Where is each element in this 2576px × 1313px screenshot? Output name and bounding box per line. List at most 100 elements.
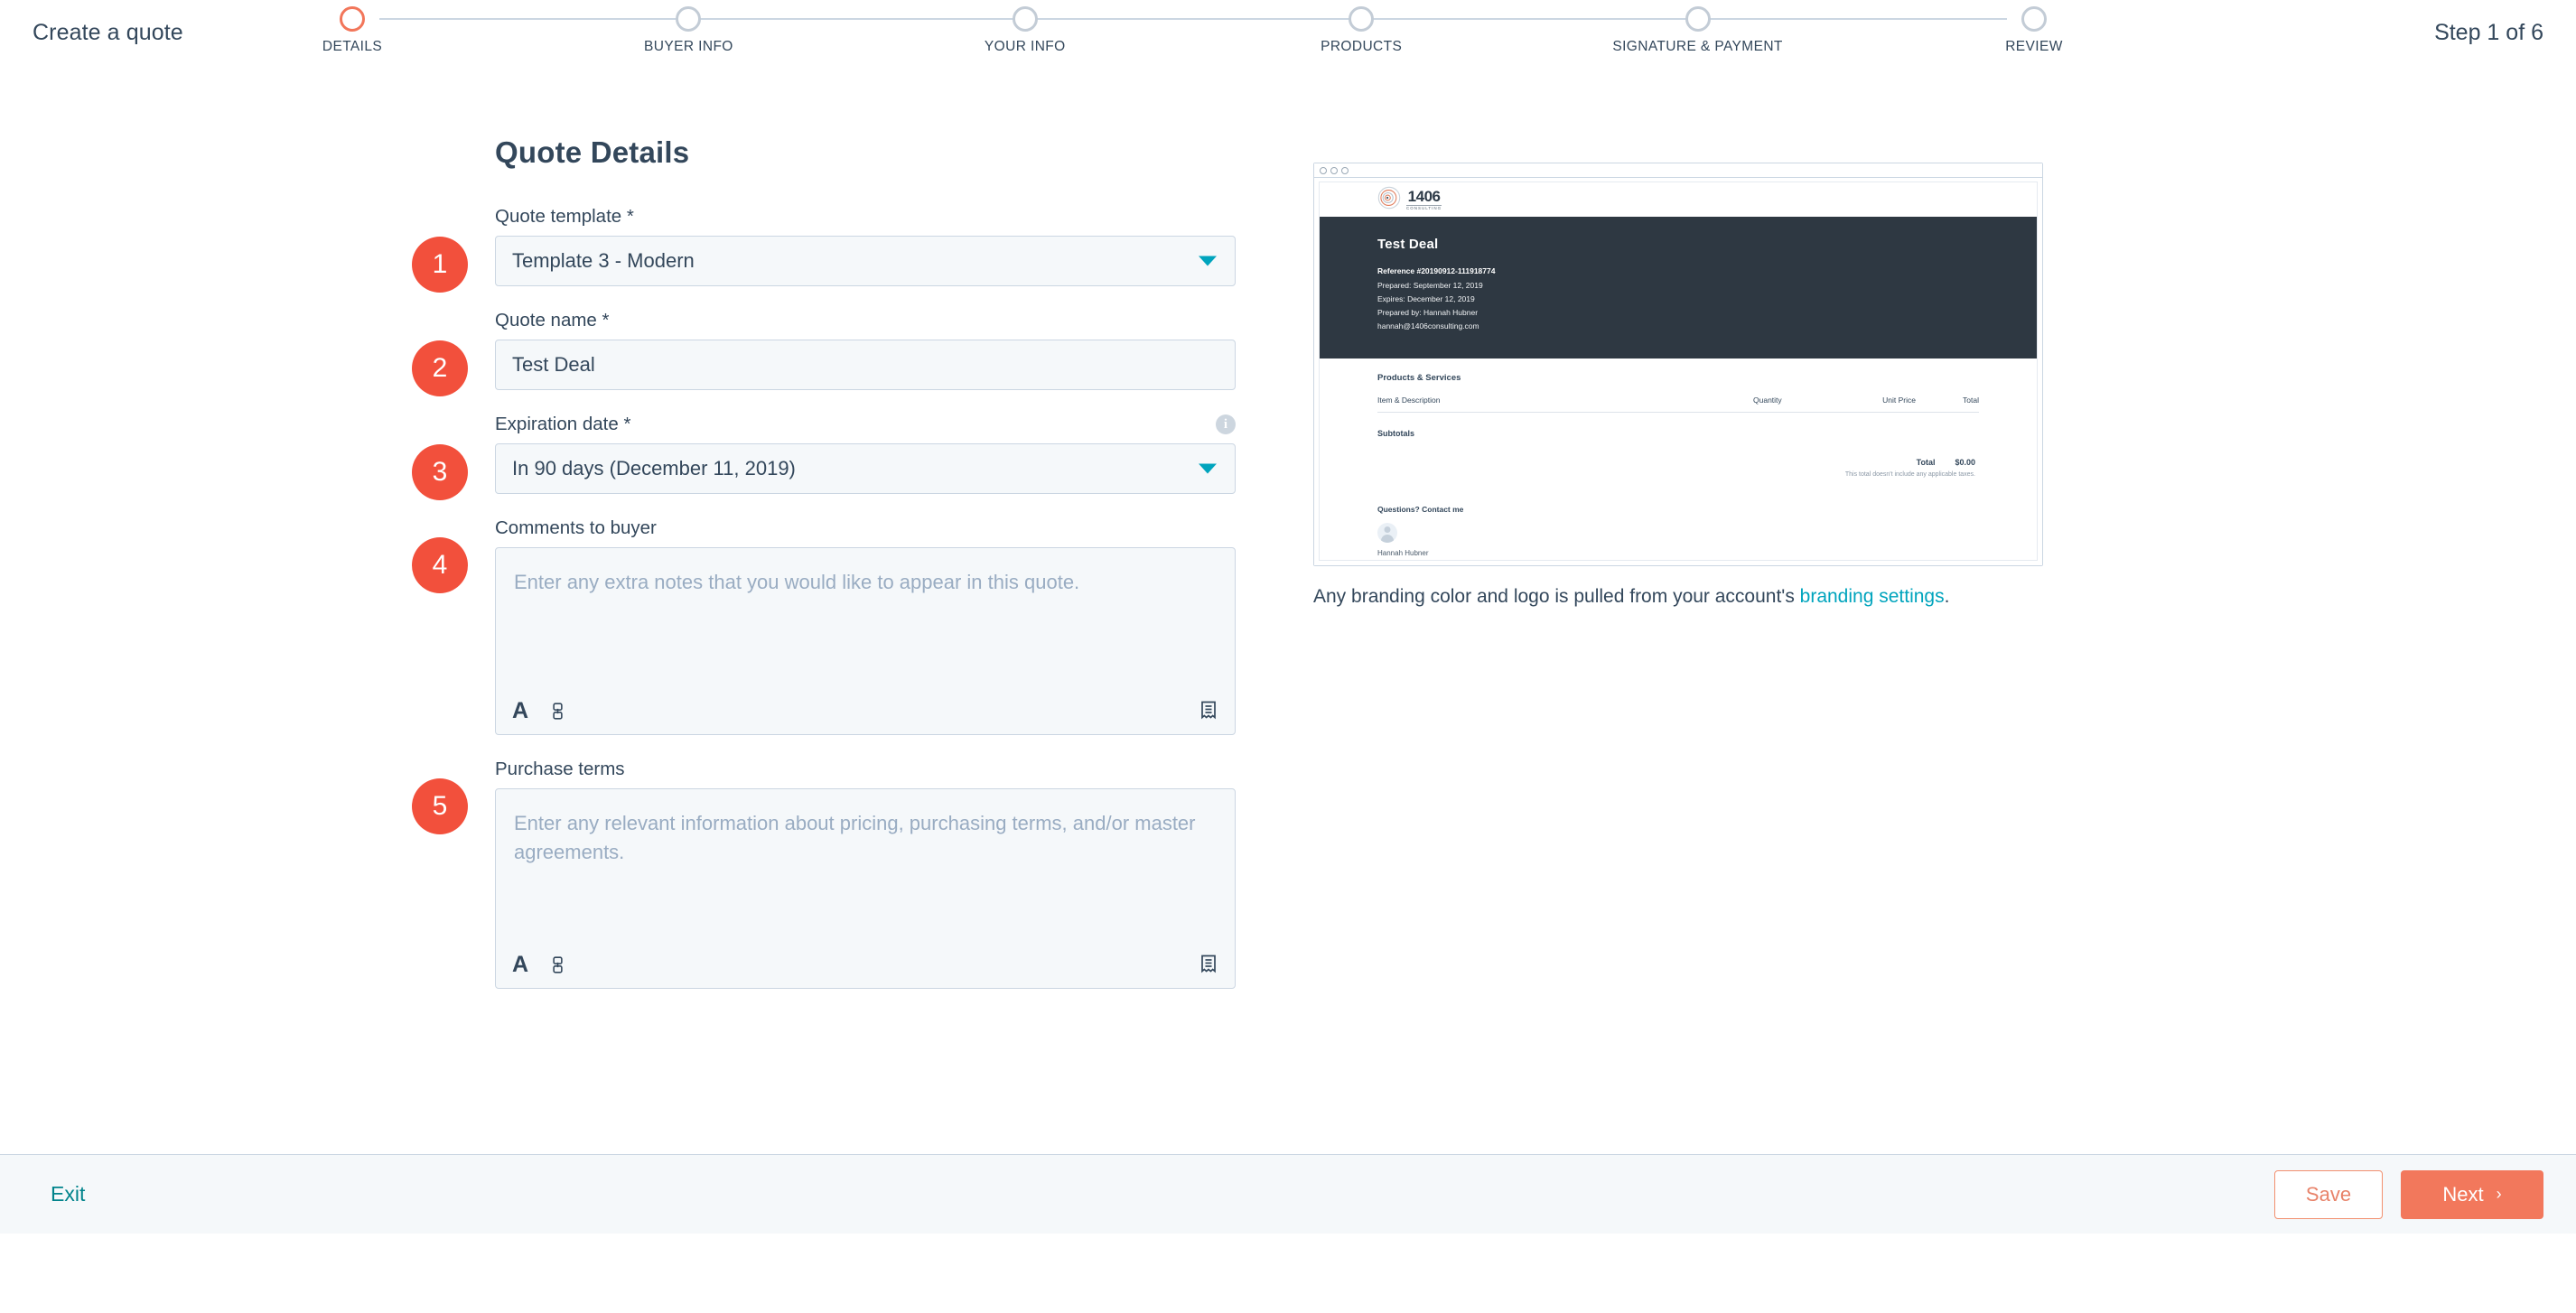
products-table-header: Item & Description Quantity Unit Price T… bbox=[1377, 396, 1979, 413]
step-label: REVIEW bbox=[2005, 39, 2063, 54]
doc-logo-bar: 1406 CONSULTING bbox=[1320, 182, 2037, 217]
products-heading: Products & Services bbox=[1377, 373, 1461, 383]
spiral-logo-icon bbox=[1377, 186, 1401, 214]
col-quantity: Quantity bbox=[1753, 396, 1782, 405]
logo-number: 1406 bbox=[1407, 187, 1441, 205]
stepper-steps: DETAILS BUYER INFO YOUR INFO PRODUCTS SI… bbox=[322, 0, 2062, 55]
step-circle-icon bbox=[2021, 6, 2047, 32]
exit-link[interactable]: Exit bbox=[51, 1182, 85, 1206]
snippet-icon[interactable] bbox=[1199, 700, 1218, 722]
expiration-date-value: In 90 days (December 11, 2019) bbox=[512, 457, 796, 480]
field-comments-to-buyer: 4 Comments to buyer Enter any extra note… bbox=[412, 517, 1245, 735]
snippet-icon[interactable] bbox=[1199, 954, 1218, 975]
field-quote-template: 1 Quote template * Template 3 - Modern bbox=[412, 206, 1245, 293]
step-counter: Step 1 of 6 bbox=[2434, 20, 2543, 45]
step-label: BUYER INFO bbox=[644, 39, 733, 54]
step-badge-5: 5 bbox=[412, 778, 468, 834]
step-circle-icon bbox=[1349, 6, 1375, 32]
browser-dot-icon bbox=[1330, 166, 1338, 174]
step-label: DETAILS bbox=[322, 39, 383, 54]
branding-settings-link[interactable]: branding settings bbox=[1800, 586, 1945, 607]
quote-name-input[interactable]: Test Deal bbox=[495, 340, 1236, 390]
field-expiration-date: 3 Expiration date * i In 90 days (Decemb… bbox=[412, 414, 1245, 500]
chevron-right-icon: › bbox=[2496, 1185, 2502, 1203]
font-icon[interactable]: A bbox=[512, 699, 528, 722]
quote-name-value: Test Deal bbox=[512, 353, 595, 376]
doc-hero: Test Deal Reference #20190912-111918774 … bbox=[1320, 217, 2037, 359]
step-label: SIGNATURE & PAYMENT bbox=[1612, 39, 1783, 54]
branding-note-suffix: . bbox=[1944, 586, 1950, 607]
step-label: YOUR INFO bbox=[984, 39, 1066, 54]
comments-to-buyer-placeholder: Enter any extra notes that you would lik… bbox=[514, 571, 1080, 593]
doc-expires-date: Expires: December 12, 2019 bbox=[1377, 294, 1475, 303]
quote-document: 1406 CONSULTING Test Deal Reference #201… bbox=[1319, 182, 2038, 561]
quote-template-value: Template 3 - Modern bbox=[512, 249, 695, 272]
col-total: Total bbox=[1963, 396, 1979, 405]
branding-note: Any branding color and logo is pulled fr… bbox=[1313, 586, 2045, 608]
doc-quote-title: Test Deal bbox=[1377, 237, 1439, 252]
app-header: Create a quote DETAILS BUYER INFO YOUR I… bbox=[0, 0, 2576, 79]
doc-reference: Reference #20190912-111918774 bbox=[1377, 266, 1496, 275]
section-title: Quote Details bbox=[495, 135, 690, 169]
quote-details-form: Quote Details 1 Quote template * Templat… bbox=[412, 135, 1245, 1012]
save-button[interactable]: Save bbox=[2274, 1169, 2383, 1219]
doc-prepared-date: Prepared: September 12, 2019 bbox=[1377, 281, 1483, 290]
logo-text: 1406 CONSULTING bbox=[1406, 189, 1442, 211]
chevron-down-icon bbox=[1199, 256, 1217, 266]
purchase-terms-editor[interactable]: Enter any relevant information about pri… bbox=[495, 788, 1236, 989]
step-badge-2: 2 bbox=[412, 340, 468, 396]
field-quote-name: 2 Quote name * Test Deal bbox=[412, 310, 1245, 396]
quote-template-select[interactable]: Template 3 - Modern bbox=[495, 236, 1236, 286]
field-purchase-terms: 5 Purchase terms Enter any relevant info… bbox=[412, 759, 1245, 989]
avatar bbox=[1377, 523, 1397, 543]
doc-prepared-by: Prepared by: Hannah Hubner bbox=[1377, 308, 1479, 317]
step-badge-4: 4 bbox=[412, 537, 468, 593]
step-circle-icon bbox=[1685, 6, 1711, 32]
browser-frame: 1406 CONSULTING Test Deal Reference #201… bbox=[1313, 163, 2043, 566]
link-icon[interactable] bbox=[548, 955, 567, 974]
total-value: $0.00 bbox=[1955, 458, 1975, 467]
doc-body: Products & Services Item & Description Q… bbox=[1320, 359, 2037, 560]
page-title: Create a quote bbox=[33, 20, 183, 45]
expiration-date-label-row: Expiration date * i bbox=[495, 414, 1236, 435]
company-logo: 1406 CONSULTING bbox=[1377, 186, 1442, 214]
page-body: Quote Details 1 Quote template * Templat… bbox=[0, 79, 2576, 1234]
step-badge-1: 1 bbox=[412, 237, 468, 293]
contact-name: Hannah Hubner bbox=[1377, 549, 1429, 557]
browser-dot-icon bbox=[1320, 166, 1327, 174]
subtotals-label: Subtotals bbox=[1377, 429, 1415, 438]
total-row: Total $0.00 bbox=[1377, 458, 1979, 467]
purchase-terms-editor-toolbar: A bbox=[496, 941, 1235, 988]
browser-chrome-bar bbox=[1314, 163, 2042, 178]
total-label: Total bbox=[1916, 458, 1936, 467]
info-icon[interactable]: i bbox=[1216, 414, 1236, 434]
quote-template-label: Quote template * bbox=[495, 206, 634, 227]
step-circle-icon bbox=[1012, 6, 1038, 32]
comments-to-buyer-label: Comments to buyer bbox=[495, 517, 657, 538]
app-footer: Exit Save Next › bbox=[0, 1154, 2576, 1234]
comments-editor-toolbar: A bbox=[496, 687, 1235, 734]
browser-viewport: 1406 CONSULTING Test Deal Reference #201… bbox=[1314, 178, 2042, 565]
contact-heading: Questions? Contact me bbox=[1377, 505, 1464, 514]
expiration-date-select[interactable]: In 90 days (December 11, 2019) bbox=[495, 443, 1236, 494]
comments-to-buyer-editor[interactable]: Enter any extra notes that you would lik… bbox=[495, 547, 1236, 735]
font-icon[interactable]: A bbox=[512, 953, 528, 976]
quote-name-label: Quote name * bbox=[495, 310, 610, 331]
tax-note: This total doesn't include any applicabl… bbox=[1844, 471, 1975, 478]
branding-note-prefix: Any branding color and logo is pulled fr… bbox=[1313, 586, 1800, 607]
purchase-terms-label: Purchase terms bbox=[495, 759, 625, 779]
step-label: PRODUCTS bbox=[1321, 39, 1403, 54]
quote-preview-panel: 1406 CONSULTING Test Deal Reference #201… bbox=[1313, 163, 2045, 608]
step-badge-3: 3 bbox=[412, 444, 468, 500]
logo-subtitle: CONSULTING bbox=[1406, 204, 1442, 210]
browser-dot-icon bbox=[1341, 166, 1349, 174]
step-circle-icon bbox=[340, 6, 365, 32]
link-icon[interactable] bbox=[548, 702, 567, 721]
purchase-terms-placeholder: Enter any relevant information about pri… bbox=[514, 812, 1196, 863]
next-button-label: Next bbox=[2442, 1182, 2484, 1206]
footer-actions: Save Next › bbox=[2274, 1169, 2543, 1219]
col-unit-price: Unit Price bbox=[1882, 396, 1916, 405]
next-button[interactable]: Next › bbox=[2401, 1169, 2543, 1219]
progress-stepper: DETAILS BUYER INFO YOUR INFO PRODUCTS SI… bbox=[322, 0, 2062, 79]
chevron-down-icon bbox=[1199, 463, 1217, 474]
